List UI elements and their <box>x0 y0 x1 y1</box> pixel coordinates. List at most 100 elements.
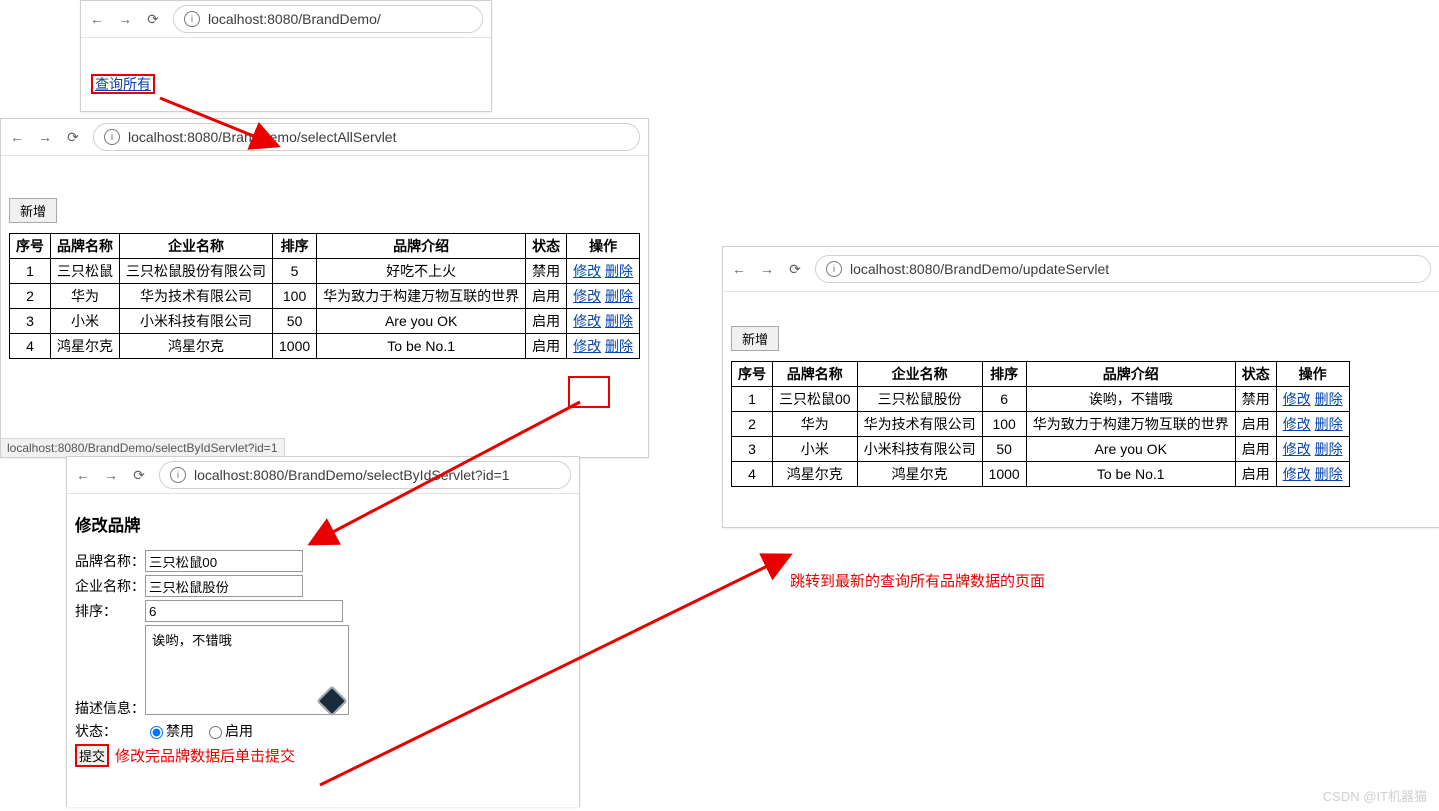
order-input[interactable] <box>145 600 343 622</box>
add-button[interactable]: 新增 <box>9 198 57 223</box>
cell-order: 1000 <box>982 462 1026 487</box>
url-text: localhost:8080/BrandDemo/ <box>208 11 381 27</box>
th-id: 序号 <box>732 362 773 387</box>
browser-status-bar: localhost:8080/BrandDemo/selectByIdServl… <box>1 438 285 457</box>
table-header-row: 序号 品牌名称 企业名称 排序 品牌介绍 状态 操作 <box>10 234 640 259</box>
cell-ops: 修改 删除 <box>567 334 640 359</box>
url-field[interactable]: i localhost:8080/BrandDemo/selectByIdSer… <box>159 461 571 489</box>
cell-order: 5 <box>273 259 317 284</box>
reload-icon[interactable]: ⟳ <box>65 129 81 146</box>
back-icon[interactable]: ← <box>75 467 91 483</box>
site-info-icon[interactable]: i <box>104 129 120 145</box>
cell-desc: 诶哟，不错哦 <box>1026 387 1235 412</box>
forward-icon[interactable]: → <box>117 11 133 27</box>
cell-brand: 三只松鼠00 <box>773 387 858 412</box>
annotation-jump: 跳转到最新的查询所有品牌数据的页面 <box>790 570 1045 591</box>
delete-link[interactable]: 删除 <box>1315 466 1343 482</box>
forward-icon[interactable]: → <box>759 261 775 277</box>
address-bar: ← → ⟳ i localhost:8080/BrandDemo/ <box>81 1 491 38</box>
delete-link[interactable]: 删除 <box>605 338 633 354</box>
reload-icon[interactable]: ⟳ <box>131 467 147 484</box>
forward-icon[interactable]: → <box>37 129 53 145</box>
cell-company: 华为技术有限公司 <box>120 284 273 309</box>
cell-ops: 修改 删除 <box>1276 437 1349 462</box>
label-order: 排序： <box>75 601 145 621</box>
site-info-icon[interactable]: i <box>184 11 200 27</box>
browser-pane-index: ← → ⟳ i localhost:8080/BrandDemo/ 查询所有 <box>80 0 492 112</box>
cell-status: 禁用 <box>526 259 567 284</box>
delete-link[interactable]: 删除 <box>1315 391 1343 407</box>
browser-pane-edit: ← → ⟳ i localhost:8080/BrandDemo/selectB… <box>66 456 580 807</box>
add-button[interactable]: 新增 <box>731 326 779 351</box>
back-icon[interactable]: ← <box>9 129 25 145</box>
url-field[interactable]: i localhost:8080/BrandDemo/selectAllServ… <box>93 123 640 151</box>
brand-table: 序号 品牌名称 企业名称 排序 品牌介绍 状态 操作 1三只松鼠三只松鼠股份有限… <box>9 233 640 359</box>
cell-desc: Are you OK <box>317 309 526 334</box>
cell-ops: 修改 删除 <box>1276 412 1349 437</box>
site-info-icon[interactable]: i <box>170 467 186 483</box>
cell-desc: To be No.1 <box>1026 462 1235 487</box>
back-icon[interactable]: ← <box>89 11 105 27</box>
delete-link[interactable]: 删除 <box>605 313 633 329</box>
edit-link[interactable]: 修改 <box>573 313 601 329</box>
cell-id: 4 <box>732 462 773 487</box>
cell-order: 6 <box>982 387 1026 412</box>
cell-brand: 小米 <box>773 437 858 462</box>
cell-brand: 鸿星尔克 <box>51 334 120 359</box>
cell-order: 100 <box>273 284 317 309</box>
submit-button[interactable]: 提交 <box>75 744 109 767</box>
th-ops: 操作 <box>1276 362 1349 387</box>
th-id: 序号 <box>10 234 51 259</box>
cell-company: 小米科技有限公司 <box>120 309 273 334</box>
cell-desc: 华为致力于构建万物互联的世界 <box>317 284 526 309</box>
company-input[interactable] <box>145 575 303 597</box>
edit-link[interactable]: 修改 <box>573 263 601 279</box>
th-order: 排序 <box>273 234 317 259</box>
cell-company: 鸿星尔克 <box>857 462 982 487</box>
site-info-icon[interactable]: i <box>826 261 842 277</box>
brand-table: 序号 品牌名称 企业名称 排序 品牌介绍 状态 操作 1三只松鼠00三只松鼠股份… <box>731 361 1350 487</box>
edit-link[interactable]: 修改 <box>1283 441 1311 457</box>
table-row: 2华为华为技术有限公司100华为致力于构建万物互联的世界启用修改 删除 <box>10 284 640 309</box>
address-bar: ← → ⟳ i localhost:8080/BrandDemo/selectA… <box>1 119 648 156</box>
table-row: 1三只松鼠三只松鼠股份有限公司5好吃不上火禁用修改 删除 <box>10 259 640 284</box>
delete-link[interactable]: 删除 <box>605 263 633 279</box>
th-order: 排序 <box>982 362 1026 387</box>
th-brand: 品牌名称 <box>51 234 120 259</box>
annotation-submit: 修改完品牌数据后单击提交 <box>115 745 295 766</box>
forward-icon[interactable]: → <box>103 467 119 483</box>
browser-pane-updated: ← → ⟳ i localhost:8080/BrandDemo/updateS… <box>722 246 1439 528</box>
label-desc: 描述信息： <box>75 698 145 718</box>
edit-link[interactable]: 修改 <box>1283 391 1311 407</box>
address-bar: ← → ⟳ i localhost:8080/BrandDemo/updateS… <box>723 247 1439 292</box>
cell-desc: Are you OK <box>1026 437 1235 462</box>
reload-icon[interactable]: ⟳ <box>787 261 803 278</box>
cell-order: 50 <box>273 309 317 334</box>
cell-brand: 华为 <box>773 412 858 437</box>
status-disable-radio[interactable] <box>150 726 163 739</box>
edit-link[interactable]: 修改 <box>1283 466 1311 482</box>
cell-ops: 修改 删除 <box>567 259 640 284</box>
url-field[interactable]: i localhost:8080/BrandDemo/updateServlet <box>815 255 1431 283</box>
cell-id: 1 <box>732 387 773 412</box>
cell-ops: 修改 删除 <box>567 309 640 334</box>
delete-link[interactable]: 删除 <box>1315 441 1343 457</box>
status-disable-label: 禁用 <box>166 721 194 741</box>
label-status: 状态： <box>75 721 145 741</box>
query-all-link[interactable]: 查询所有 <box>91 74 155 94</box>
cell-id: 1 <box>10 259 51 284</box>
status-enable-radio[interactable] <box>209 726 222 739</box>
back-icon[interactable]: ← <box>731 261 747 277</box>
url-field[interactable]: i localhost:8080/BrandDemo/ <box>173 5 483 33</box>
cell-brand: 华为 <box>51 284 120 309</box>
reload-icon[interactable]: ⟳ <box>145 11 161 28</box>
brand-input[interactable] <box>145 550 303 572</box>
edit-link[interactable]: 修改 <box>573 288 601 304</box>
edit-link[interactable]: 修改 <box>573 338 601 354</box>
cell-ops: 修改 删除 <box>1276 462 1349 487</box>
delete-link[interactable]: 删除 <box>605 288 633 304</box>
table-header-row: 序号 品牌名称 企业名称 排序 品牌介绍 状态 操作 <box>732 362 1350 387</box>
table-row: 4鸿星尔克鸿星尔克1000To be No.1启用修改 删除 <box>732 462 1350 487</box>
edit-link[interactable]: 修改 <box>1283 416 1311 432</box>
delete-link[interactable]: 删除 <box>1315 416 1343 432</box>
